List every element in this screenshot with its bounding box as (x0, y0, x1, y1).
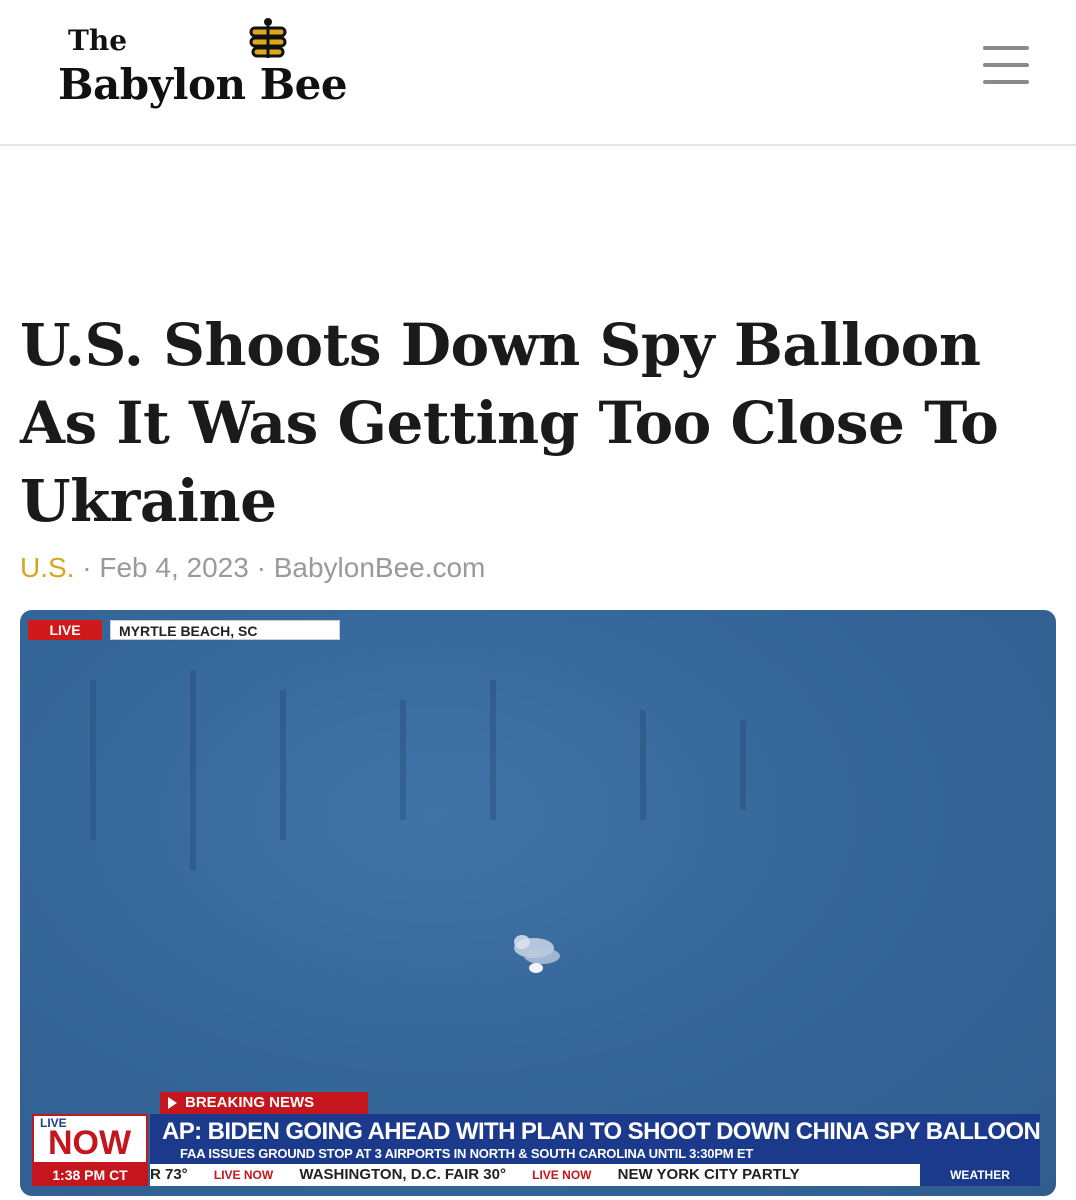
breaking-news-label: BREAKING NEWS (185, 1094, 315, 1111)
sky-texture (640, 710, 646, 820)
sky-texture (740, 720, 746, 810)
article-hero-image[interactable]: LIVE MYRTLE BEACH, SC BREAKING NEWS LIVE… (20, 610, 1056, 1196)
breaking-news-tag: BREAKING NEWS (160, 1092, 368, 1114)
sky-texture (90, 680, 96, 840)
meta-separator: · (256, 552, 266, 583)
live-tag: LIVE (28, 620, 102, 640)
ticker-item: WASHINGTON, D.C. FAIR 30° (299, 1166, 506, 1183)
sky-texture (190, 670, 196, 870)
location-tag: MYRTLE BEACH, SC (110, 620, 340, 640)
live-now-logo: LIVE NOW (32, 1114, 148, 1164)
chyron-subheadline: FAA ISSUES GROUND STOP AT 3 AIRPORTS IN … (180, 1146, 754, 1161)
logo-text-name[interactable]: Babylon Bee (58, 60, 348, 109)
hamburger-menu-icon[interactable] (983, 46, 1029, 84)
article-source: BabylonBee.com (273, 552, 486, 583)
article-date: Feb 4, 2023 (99, 552, 249, 583)
news-chyron: AP: BIDEN GOING AHEAD WITH PLAN TO SHOOT… (150, 1114, 1041, 1164)
play-icon (168, 1097, 177, 1110)
news-ticker: R 73° LIVE NOW WASHINGTON, D.C. FAIR 30°… (150, 1164, 920, 1186)
article-meta: U.S. · Feb 4, 2023 · BabylonBee.com (20, 552, 485, 584)
now-label: NOW (48, 1124, 132, 1162)
site-header: The Babylon Bee (0, 0, 1076, 146)
sky-texture (400, 700, 406, 820)
ticker-item: LIVE NOW (532, 1168, 592, 1182)
chyron-headline: AP: BIDEN GOING AHEAD WITH PLAN TO SHOOT… (162, 1118, 1041, 1145)
article-title: U.S. Shoots Down Spy Balloon As It Was G… (20, 311, 999, 535)
broadcast-time: 1:38 PM CT (32, 1164, 148, 1186)
weather-tag: WEATHER (920, 1164, 1040, 1186)
ticker-item: LIVE NOW (213, 1168, 274, 1182)
category-link[interactable]: U.S. (20, 552, 74, 583)
sky-texture (280, 690, 286, 840)
balloon-icon (514, 935, 560, 973)
sky-texture (490, 680, 496, 820)
bee-icon[interactable] (246, 14, 290, 62)
meta-separator: · (82, 552, 92, 583)
ticker-item: NEW YORK CITY PARTLY (617, 1166, 800, 1183)
logo-text-the[interactable]: The (68, 24, 127, 57)
ticker-item: R 73° (150, 1166, 188, 1183)
